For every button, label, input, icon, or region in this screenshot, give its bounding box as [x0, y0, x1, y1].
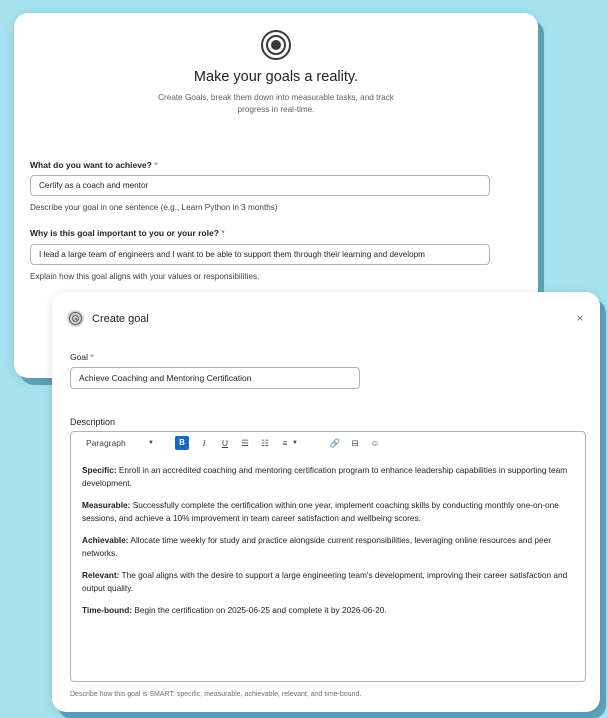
achieve-hint: Describe your goal in one sentence (e.g.…	[30, 203, 278, 212]
description-editor[interactable]: Paragraph ▼ B I U ☰ ☷ ≡ ▼ 🔗 ⊟ ☺ Specific…	[70, 431, 586, 682]
smart-key: Relevant:	[82, 570, 120, 580]
importance-field-label: Why is this goal important to you or you…	[30, 228, 225, 238]
smart-key: Specific:	[82, 465, 117, 475]
smart-measurable: Measurable: Successfully complete the ce…	[82, 499, 578, 525]
achieve-input[interactable]: Certify as a coach and mentor	[30, 175, 490, 196]
numbered-list-icon[interactable]: ☷	[259, 436, 271, 450]
required-marker: *	[90, 352, 94, 362]
smart-text: The goal aligns with the desire to suppo…	[82, 570, 568, 593]
chevron-down-icon[interactable]: ▼	[291, 436, 299, 450]
required-marker: *	[154, 160, 158, 170]
goal-input[interactable]: Achieve Coaching and Mentoring Certifica…	[70, 367, 360, 389]
editor-toolbar: Paragraph ▼ B I U ☰ ☷ ≡ ▼ 🔗 ⊟ ☺	[71, 432, 585, 454]
link-icon[interactable]: 🔗	[329, 436, 341, 450]
smart-key: Measurable:	[82, 500, 131, 510]
close-icon[interactable]: ×	[572, 310, 588, 326]
editor-content[interactable]: Specific: Enroll in an accredited coachi…	[82, 464, 578, 626]
intro-title: Make your goals a reality.	[193, 69, 359, 85]
goal-field-label: Goal *	[70, 352, 94, 362]
smart-key: Achievable:	[82, 535, 129, 545]
smart-key: Time-bound:	[82, 605, 133, 615]
smart-relevant: Relevant: The goal aligns with the desir…	[82, 569, 578, 595]
achieve-label-text: What do you want to achieve?	[30, 160, 152, 170]
italic-button[interactable]: I	[198, 436, 210, 450]
paragraph-style-dropdown[interactable]: Paragraph	[86, 436, 141, 450]
smart-time-bound: Time-bound: Begin the certification on 2…	[82, 604, 578, 617]
table-icon[interactable]: ⊟	[349, 436, 361, 450]
emoji-icon[interactable]: ☺	[369, 436, 381, 450]
achieve-field-label: What do you want to achieve? *	[30, 160, 158, 170]
smart-text: Begin the certification on 2025-06-25 an…	[132, 605, 387, 615]
smart-achievable: Achievable: Allocate time weekly for stu…	[82, 534, 578, 560]
target-logo-icon	[261, 30, 291, 60]
goal-label-text: Goal	[70, 352, 88, 362]
create-goal-dialog: Create goal × Goal * Achieve Coaching an…	[52, 292, 600, 712]
smart-text: Enroll in an accredited coaching and men…	[82, 465, 568, 488]
dialog-title: Create goal	[92, 313, 149, 325]
intro-subtitle: Create Goals, break them down into measu…	[158, 93, 394, 114]
bold-button[interactable]: B	[175, 436, 189, 450]
importance-hint: Explain how this goal aligns with your v…	[30, 272, 260, 281]
smart-text: Allocate time weekly for study and pract…	[82, 535, 552, 558]
required-marker: *	[221, 228, 225, 238]
align-icon[interactable]: ≡	[279, 436, 291, 450]
target-logo-icon	[67, 310, 84, 327]
underline-button[interactable]: U	[219, 436, 231, 450]
description-label: Description	[70, 417, 116, 427]
bulleted-list-icon[interactable]: ☰	[239, 436, 251, 450]
smart-text: Successfully complete the certification …	[82, 500, 559, 523]
smart-specific: Specific: Enroll in an accredited coachi…	[82, 464, 578, 490]
description-hint: Describe how this goal is SMART: specifi…	[70, 691, 362, 698]
importance-label-text: Why is this goal important to you or you…	[30, 228, 219, 238]
chevron-down-icon[interactable]: ▼	[146, 436, 156, 450]
importance-input[interactable]: I lead a large team of engineers and I w…	[30, 244, 490, 265]
